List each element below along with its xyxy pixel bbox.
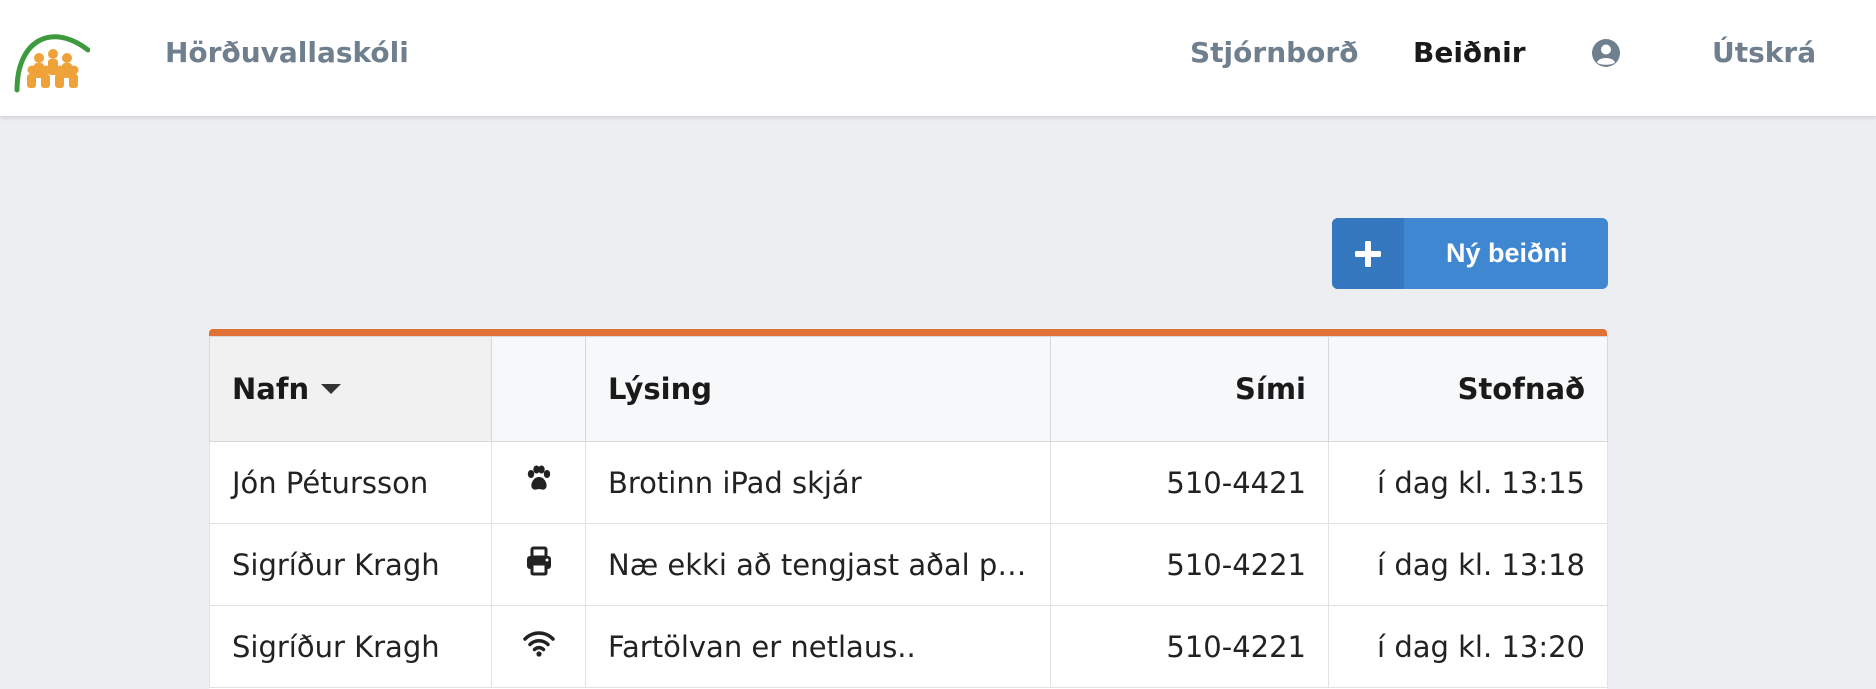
row-description: Brotinn iPad skjár: [585, 441, 1051, 524]
row-name: Jón Pétursson: [209, 441, 492, 524]
row-name: Sigríður Kragh: [209, 605, 492, 688]
column-header-name-label: Nafn: [232, 372, 310, 406]
table-header-row: Nafn Lýsing Sími Stofnað: [209, 336, 1608, 442]
paw-icon: [527, 465, 550, 490]
column-header-type: [491, 336, 586, 442]
column-header-created[interactable]: Stofnað: [1328, 336, 1608, 442]
row-created: í dag kl. 13:18: [1328, 523, 1608, 606]
new-request-button[interactable]: Ný beiðni: [1332, 218, 1608, 289]
printer-icon: [526, 546, 551, 576]
nav-logout-link[interactable]: Útskrá: [1712, 36, 1816, 69]
requests-table: Nafn Lýsing Sími Stofnað Jón Pétursson B…: [209, 336, 1608, 688]
sort-caret-icon: [321, 384, 342, 394]
row-phone: 510-4421: [1050, 441, 1329, 524]
column-header-name[interactable]: Nafn: [209, 336, 492, 442]
row-phone: 510-4221: [1050, 605, 1329, 688]
school-name[interactable]: Hörðuvallaskóli: [165, 36, 409, 69]
row-phone: 510-4221: [1050, 523, 1329, 606]
table-row[interactable]: Jón Pétursson Brotinn iPad skjár 510-442…: [209, 441, 1608, 524]
table-row[interactable]: Sigríður Kragh Fartölvan er netlaus.. 51…: [209, 605, 1608, 688]
plus-icon-container: [1332, 218, 1404, 289]
row-created: í dag kl. 13:20: [1328, 605, 1608, 688]
school-logo[interactable]: [12, 20, 90, 94]
row-created: í dag kl. 13:15: [1328, 441, 1608, 524]
row-description: Fartölvan er netlaus..: [585, 605, 1051, 688]
nav-dashboard-link[interactable]: Stjórnborð: [1190, 36, 1358, 69]
column-header-description[interactable]: Lýsing: [585, 336, 1051, 442]
wifi-icon: [522, 631, 555, 657]
column-header-phone[interactable]: Sími: [1050, 336, 1329, 442]
table-row[interactable]: Sigríður Kragh Næ ekki að tengjast aðal …: [209, 523, 1608, 606]
new-request-label: Ný beiðni: [1446, 238, 1568, 268]
requests-table-container: Nafn Lýsing Sími Stofnað Jón Pétursson B…: [209, 329, 1608, 689]
plus-icon: [1355, 241, 1381, 267]
nav-requests-link[interactable]: Beiðnir: [1413, 36, 1526, 69]
user-account-icon[interactable]: [1591, 38, 1621, 68]
row-name: Sigríður Kragh: [209, 523, 492, 606]
top-navbar: Hörðuvallaskóli Stjórnborð Beiðnir Útskr…: [0, 0, 1876, 116]
row-description: Næ ekki að tengjast aðal pre…: [585, 523, 1051, 606]
